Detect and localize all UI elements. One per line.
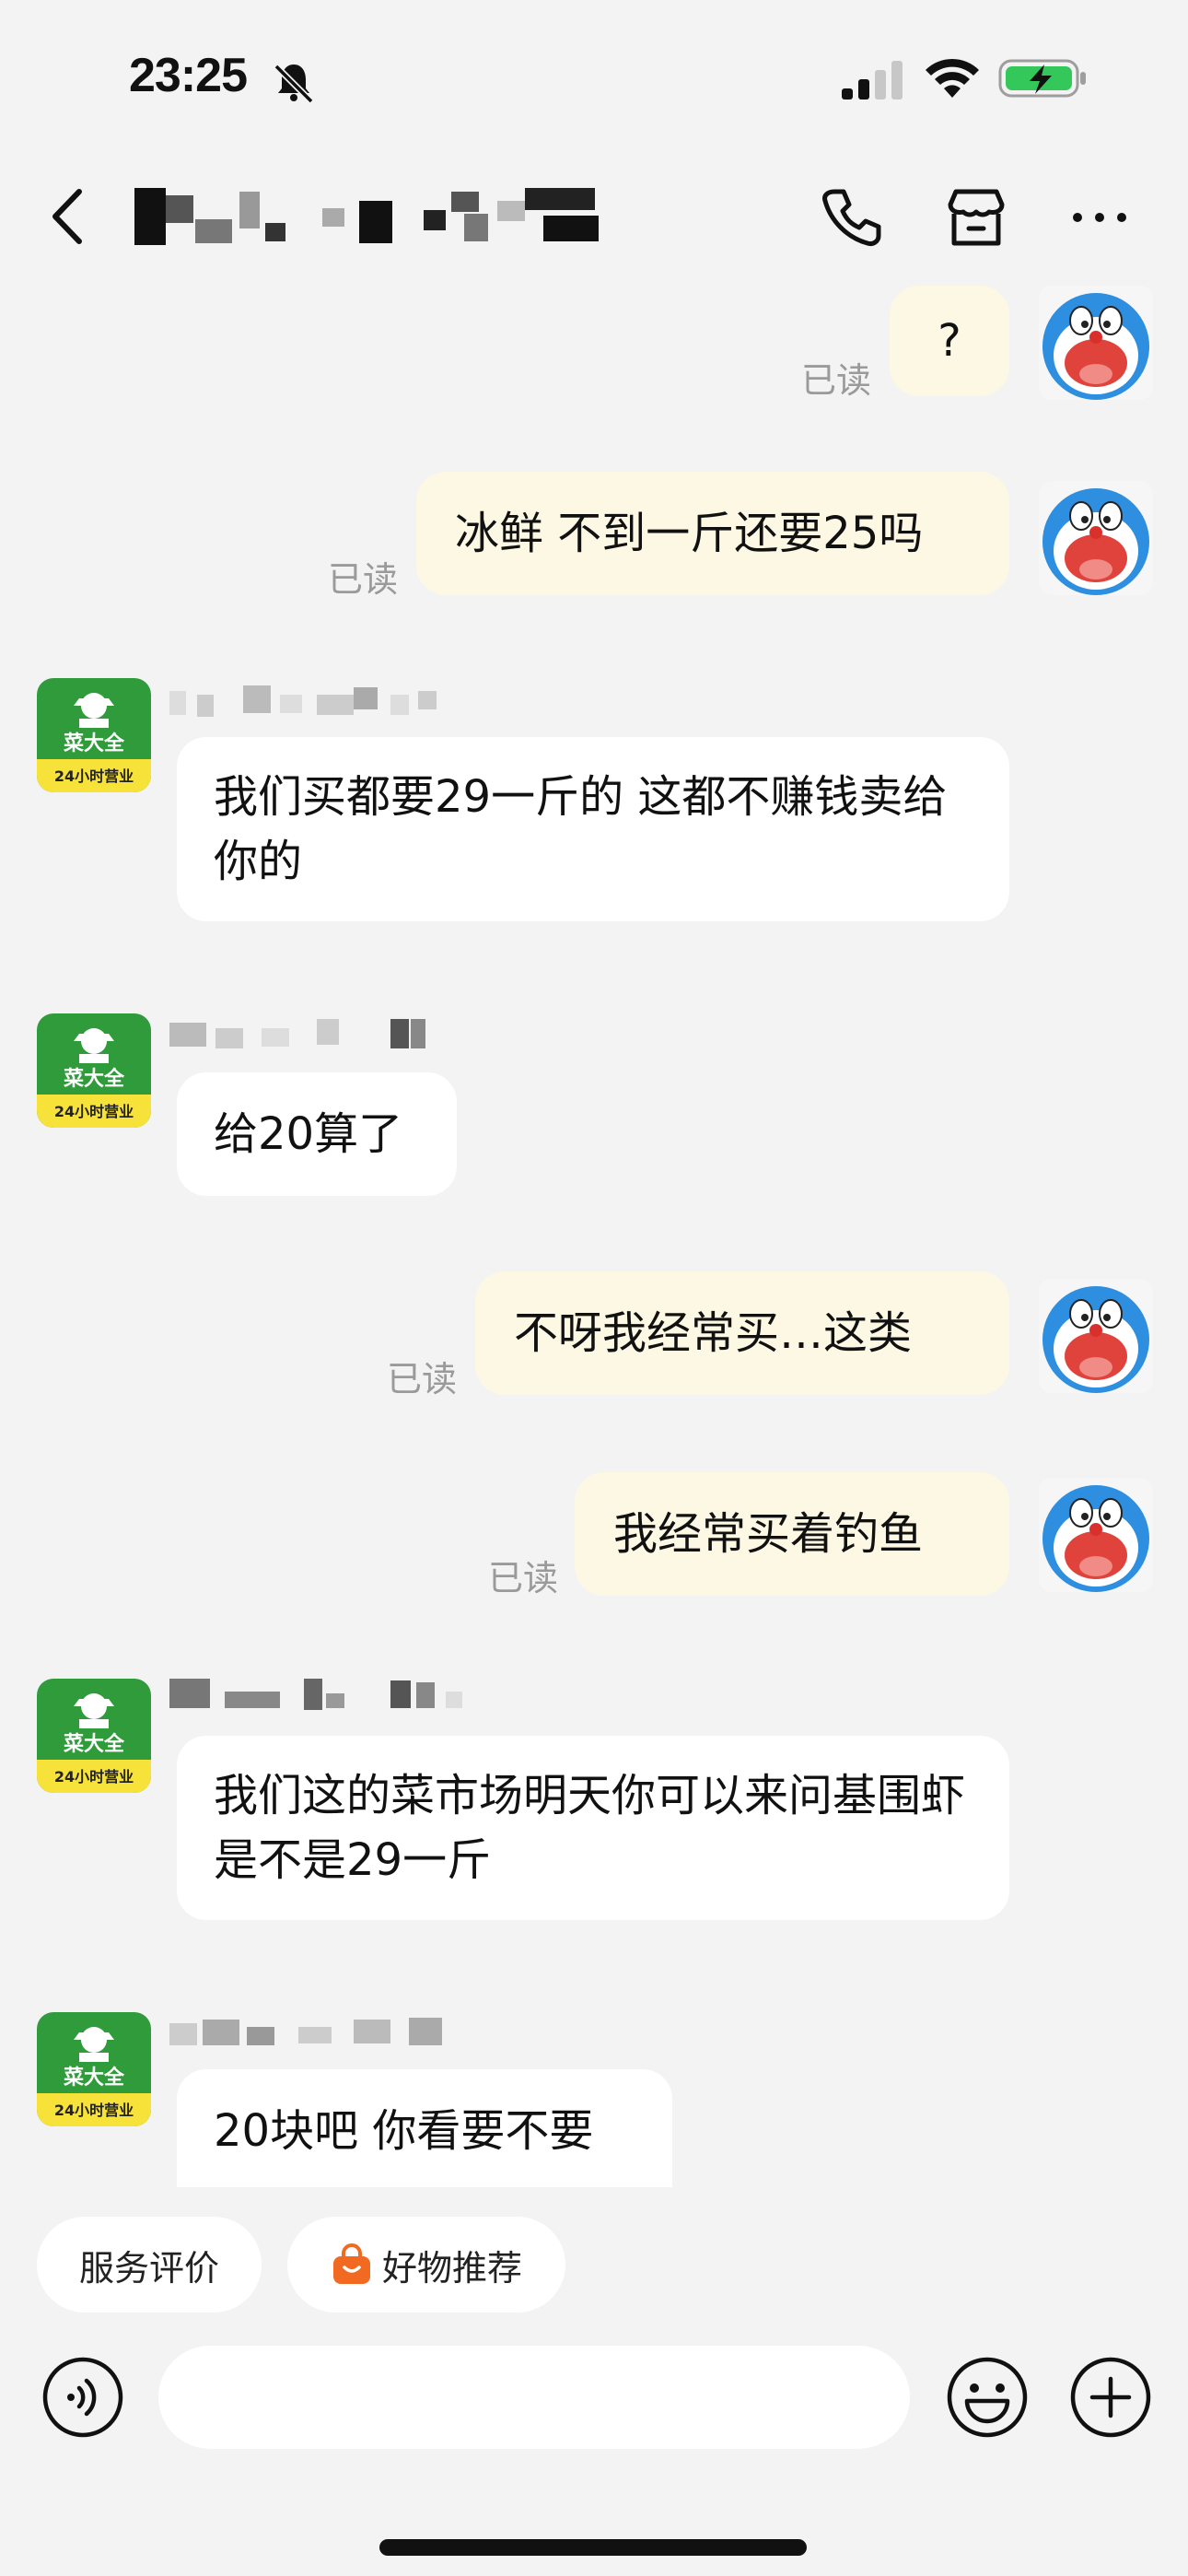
read-receipt: 已读: [488, 1558, 559, 1598]
sender-name-redacted: [169, 2018, 442, 2045]
store-avatar[interactable]: 菜大全 24小时营业: [37, 1679, 151, 1793]
emoji-icon[interactable]: [945, 2355, 1030, 2440]
store-avatar-sub: 24小时营业: [54, 1768, 134, 1786]
user-avatar[interactable]: [1039, 1478, 1153, 1592]
message-bubble-out[interactable]: 我经常买着钓鱼: [575, 1472, 1009, 1596]
read-receipt: 已读: [801, 360, 872, 401]
message-text: ?: [938, 315, 961, 367]
sender-name-redacted: [169, 1019, 425, 1048]
store-avatar[interactable]: 菜大全 24小时营业: [37, 2012, 151, 2126]
recommend-chip[interactable]: 好物推荐: [287, 2217, 565, 2313]
message-bubble-in[interactable]: 我们这的菜市场明天你可以来问基围虾是不是29一斤: [177, 1736, 1009, 1920]
store-avatar[interactable]: 菜大全 24小时营业: [37, 1013, 151, 1128]
store-avatar-name: 菜大全: [63, 732, 125, 755]
store-avatar-name: 菜大全: [63, 1067, 125, 1091]
bell-muted-icon: [274, 64, 314, 104]
user-avatar[interactable]: [1039, 286, 1153, 400]
chip-label: 好物推荐: [381, 2247, 522, 2289]
store-avatar-sub: 24小时营业: [54, 2102, 134, 2119]
message-text: 20块吧 你看要不要: [214, 2105, 594, 2157]
battery-charging-icon: [998, 59, 1086, 98]
status-time: 23:25: [129, 49, 248, 102]
message-text: 给20算了: [214, 1108, 403, 1160]
message-input[interactable]: [158, 2346, 910, 2449]
chip-label: 服务评价: [78, 2247, 219, 2289]
read-receipt: 已读: [387, 1359, 458, 1399]
store-icon[interactable]: [943, 184, 1009, 251]
store-avatar-name: 菜大全: [63, 2066, 125, 2090]
message-text: 我经常买着钓鱼: [613, 1508, 924, 1560]
message-bubble-in[interactable]: 20块吧 你看要不要: [177, 2069, 672, 2193]
back-chevron-icon[interactable]: [44, 184, 92, 249]
user-avatar[interactable]: [1039, 1279, 1153, 1393]
store-avatar[interactable]: 菜大全 24小时营业: [37, 678, 151, 792]
message-text: 我们买都要29一斤的 这都不赚钱卖给你的: [214, 771, 948, 887]
message-text: 不呀我经常买…这类: [514, 1307, 913, 1359]
message-bubble-in[interactable]: 给20算了: [177, 1072, 457, 1196]
store-avatar-sub: 24小时营业: [54, 767, 134, 785]
add-icon[interactable]: [1068, 2355, 1153, 2440]
message-bubble-out[interactable]: 冰鲜 不到一斤还要25吗: [416, 472, 1009, 595]
message-bubble-out[interactable]: 不呀我经常买…这类: [475, 1271, 1009, 1395]
user-avatar[interactable]: [1039, 481, 1153, 595]
sender-name-redacted: [169, 1679, 462, 1710]
cellular-signal-icon: [842, 61, 903, 100]
store-avatar-name: 菜大全: [63, 1732, 125, 1756]
wifi-icon: [926, 58, 979, 98]
message-text: 我们这的菜市场明天你可以来问基围虾是不是29一斤: [214, 1770, 966, 1886]
more-icon[interactable]: [1066, 184, 1133, 251]
message-bubble-out[interactable]: ?: [890, 286, 1009, 396]
chat-title-redacted: [134, 188, 599, 245]
sender-name-redacted: [169, 685, 437, 717]
phone-icon[interactable]: [818, 184, 884, 251]
message-bubble-in[interactable]: 我们买都要29一斤的 这都不赚钱卖给你的: [177, 737, 1009, 921]
store-avatar-sub: 24小时营业: [54, 1103, 134, 1120]
read-receipt: 已读: [328, 559, 399, 600]
service-rating-chip[interactable]: 服务评价: [37, 2217, 262, 2313]
shopping-bag-icon: [332, 2243, 370, 2284]
voice-icon[interactable]: [41, 2355, 125, 2440]
message-text: 冰鲜 不到一斤还要25吗: [455, 508, 924, 559]
home-indicator[interactable]: [379, 2539, 807, 2556]
